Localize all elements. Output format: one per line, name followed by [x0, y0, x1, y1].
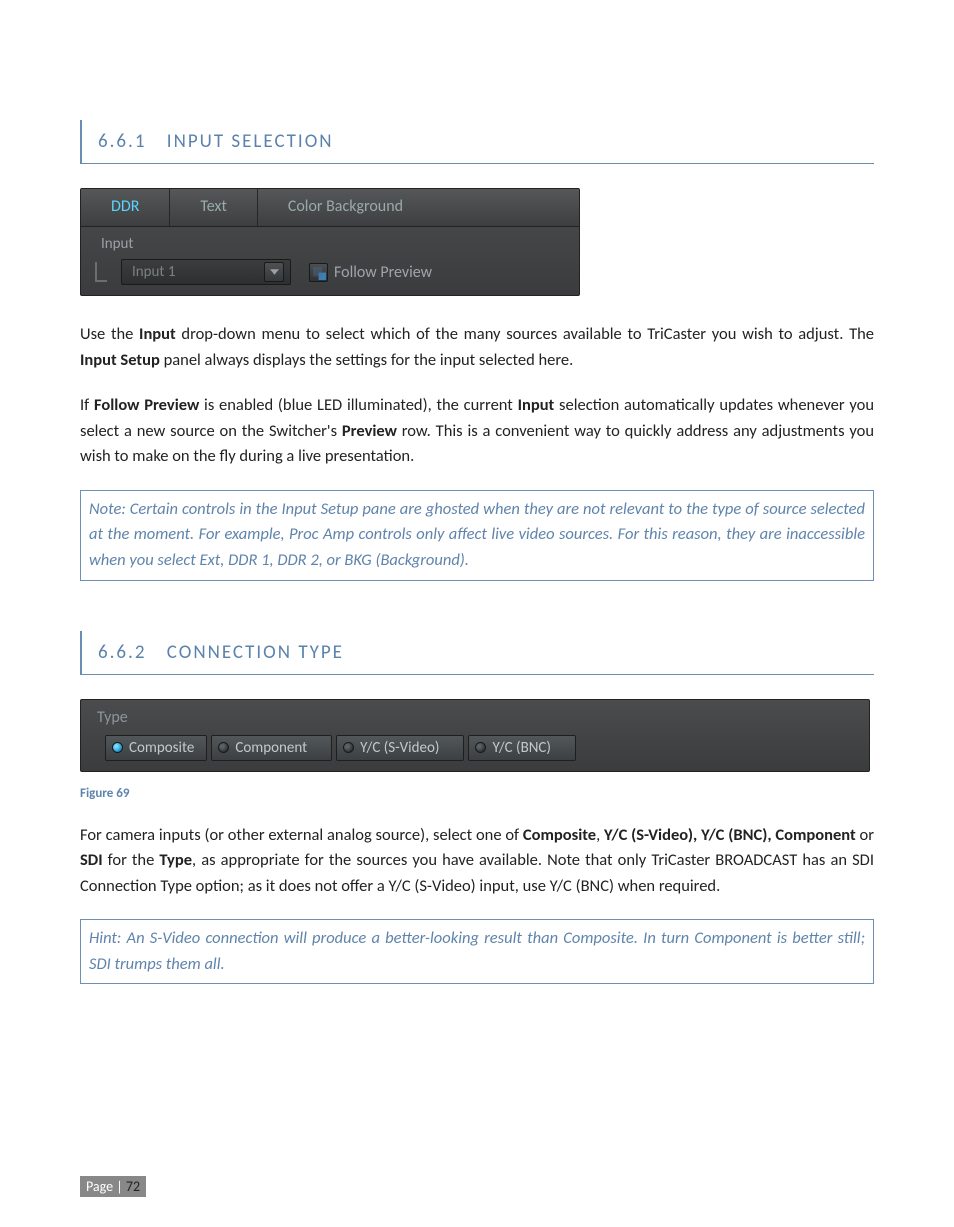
input-setup-tabs: DDR Text Color Background [81, 189, 579, 227]
checkbox-icon [309, 263, 328, 282]
paragraph-input-dropdown: Use the Input drop-down menu to select w… [80, 322, 874, 373]
page-number: 72 [126, 1178, 140, 1195]
paragraph-camera-inputs: For camera inputs (or other external ana… [80, 823, 874, 900]
note-box-ghosted-controls: Note: Certain controls in the Input Setu… [80, 490, 874, 581]
type-group-label: Type [81, 700, 869, 735]
tab-color-background[interactable]: Color Background [258, 189, 579, 226]
radio-yc-svideo[interactable]: Y/C (S-Video) [336, 735, 464, 761]
tree-connector-icon [95, 262, 107, 282]
input-group-label: Input [81, 227, 579, 257]
radio-component[interactable]: Component [211, 735, 332, 761]
paragraph-follow-preview: If Follow Preview is enabled (blue LED i… [80, 393, 874, 470]
radio-composite[interactable]: Composite [105, 735, 207, 761]
page-footer: Page | 72 [80, 1176, 146, 1197]
page-label: Page | [86, 1178, 126, 1195]
section-title: INPUT SELECTION [167, 130, 334, 153]
follow-preview-checkbox[interactable]: Follow Preview [309, 263, 432, 282]
follow-preview-label: Follow Preview [334, 263, 432, 282]
radio-dot-icon [218, 742, 229, 753]
connection-type-radio-group: Composite Component Y/C (S-Video) Y/C (B… [81, 735, 869, 761]
radio-label: Component [235, 739, 307, 757]
input-select-value: Input 1 [132, 263, 175, 281]
figure-label: Figure 69 [80, 786, 874, 801]
section-number: 6.6.2 [98, 641, 146, 664]
chevron-down-icon [264, 262, 284, 282]
hint-box-svideo: Hint: An S-Video connection will produce… [80, 919, 874, 984]
radio-label: Y/C (BNC) [492, 739, 551, 757]
radio-dot-icon [112, 742, 123, 753]
radio-label: Composite [129, 739, 194, 757]
tab-text[interactable]: Text [170, 189, 257, 226]
section-heading-connection-type: 6.6.2 CONNECTION TYPE [80, 631, 874, 675]
tab-ddr[interactable]: DDR [81, 189, 170, 226]
radio-dot-icon [475, 742, 486, 753]
input-select[interactable]: Input 1 [121, 259, 291, 285]
connection-type-panel: Type Composite Component Y/C (S-Video) Y… [80, 699, 870, 772]
section-heading-input-selection: 6.6.1 INPUT SELECTION [80, 120, 874, 164]
radio-label: Y/C (S-Video) [360, 739, 439, 757]
radio-yc-bnc[interactable]: Y/C (BNC) [468, 735, 576, 761]
radio-dot-icon [343, 742, 354, 753]
input-setup-panel: DDR Text Color Background Input Input 1 … [80, 188, 580, 296]
section-number: 6.6.1 [98, 130, 146, 153]
section-title: CONNECTION TYPE [167, 641, 344, 664]
